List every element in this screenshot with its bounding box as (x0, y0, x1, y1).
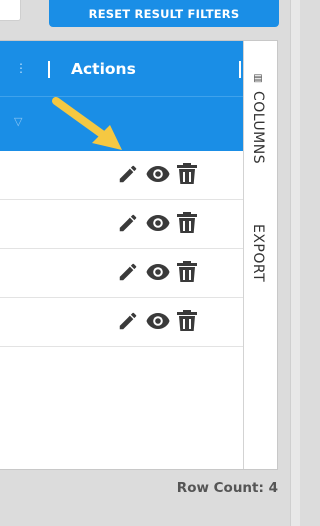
eye-icon[interactable] (146, 165, 170, 183)
grid-header-row: ⋮ Actions (0, 41, 243, 96)
pencil-icon[interactable] (117, 163, 139, 185)
annotation-arrow-icon (52, 97, 122, 150)
pencil-icon[interactable] (117, 212, 139, 234)
column-menu-icon[interactable]: ⋮ (15, 61, 27, 75)
trash-icon[interactable] (177, 212, 197, 234)
eye-icon[interactable] (146, 214, 170, 232)
filter-icon[interactable]: ▽ (14, 115, 22, 128)
table-row (0, 151, 243, 200)
left-edge-panel (0, 0, 21, 21)
columns-panel-button[interactable]: ▤ COLUMNS (250, 73, 266, 164)
trash-icon[interactable] (177, 261, 197, 283)
table-row (0, 200, 243, 249)
row-count: Row Count: 4 (176, 480, 278, 496)
reset-result-filters-button[interactable]: RESET RESULT FILTERS (49, 0, 279, 27)
actions-column-header[interactable]: Actions (71, 60, 136, 78)
trash-icon[interactable] (177, 163, 197, 185)
trash-icon[interactable] (177, 310, 197, 332)
eye-icon[interactable] (146, 263, 170, 281)
grid-side-panel: ▤ COLUMNS EXPORT (243, 41, 277, 469)
scrollbar[interactable] (290, 0, 300, 526)
columns-label: COLUMNS (250, 90, 266, 164)
export-panel-button[interactable]: EXPORT (250, 224, 266, 282)
columns-icon: ▤ (252, 73, 264, 85)
data-grid: ⋮ Actions ▽ ▤ COLUMNS EXPORT (0, 40, 278, 470)
eye-icon[interactable] (146, 312, 170, 330)
table-row (0, 249, 243, 298)
column-resize-handle[interactable] (48, 61, 50, 78)
table-row (0, 298, 243, 347)
export-label: EXPORT (250, 224, 266, 283)
pencil-icon[interactable] (117, 310, 139, 332)
pencil-icon[interactable] (117, 261, 139, 283)
column-resize-handle[interactable] (239, 61, 241, 78)
